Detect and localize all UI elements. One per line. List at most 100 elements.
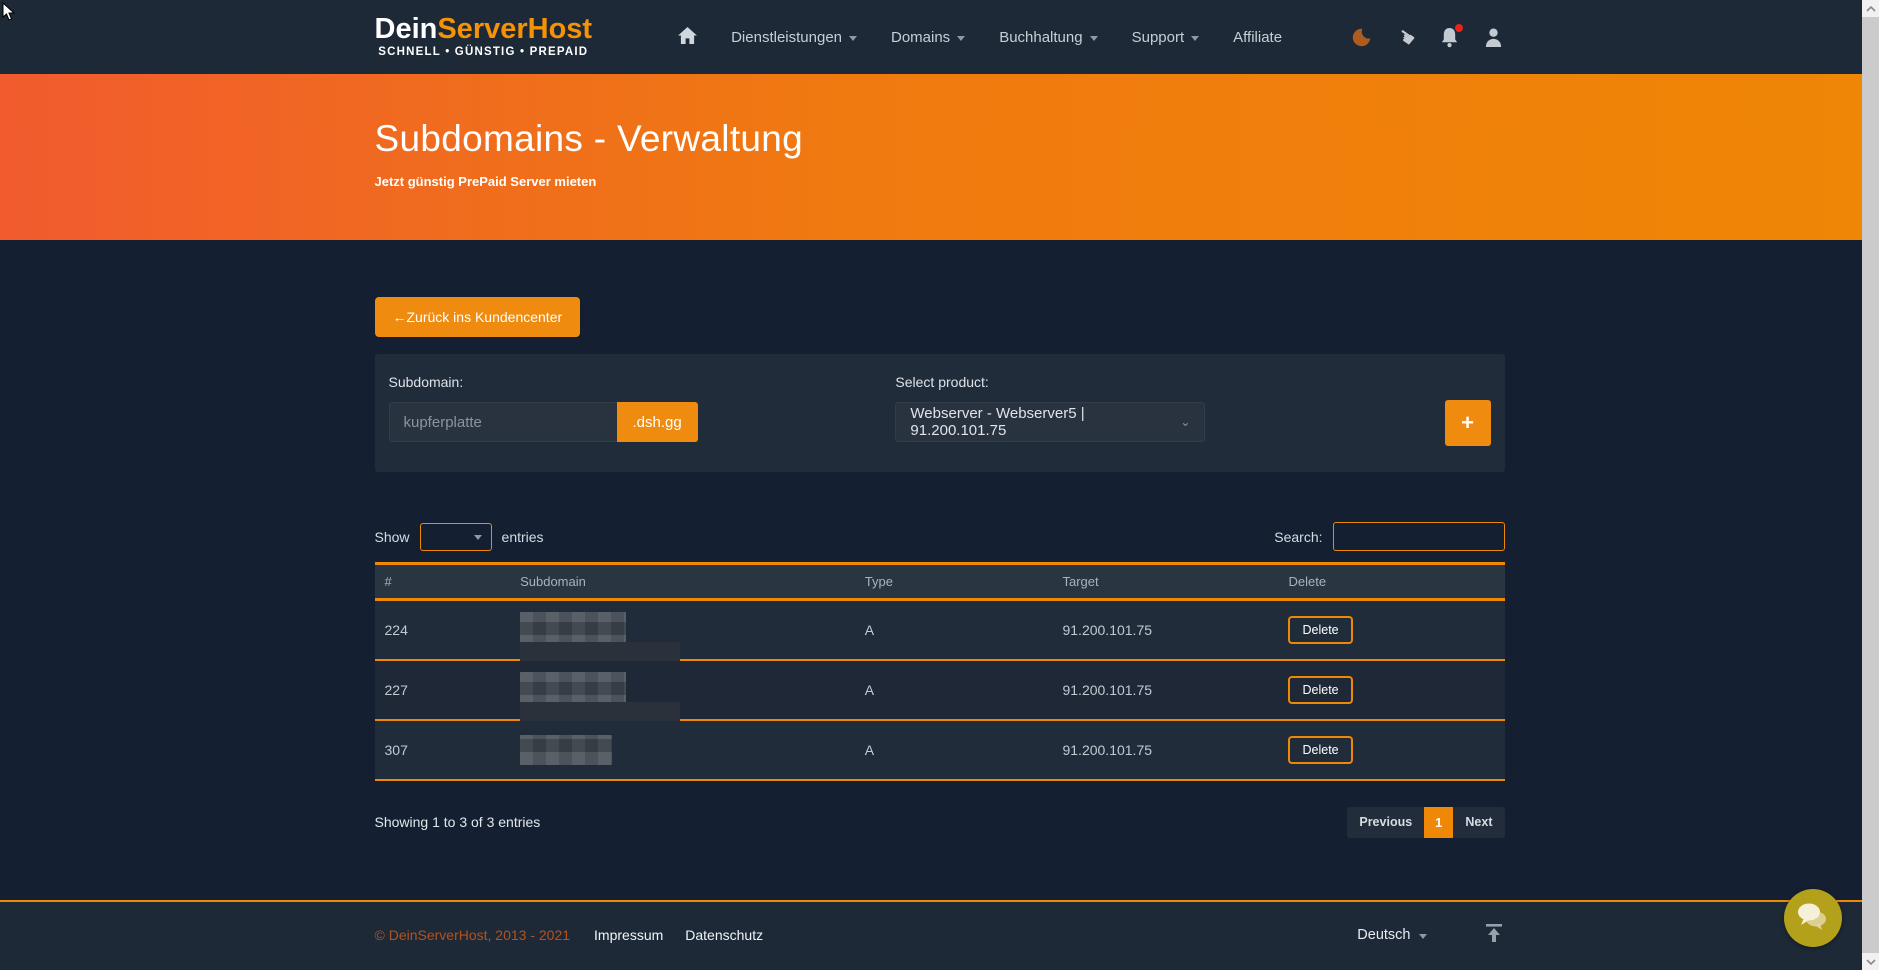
mouse-cursor [2, 2, 16, 27]
scroll-to-top-icon[interactable] [1483, 922, 1505, 949]
table-row: 227 A 91.200.101.75 Delete [375, 660, 1505, 720]
nav-label: Domains [891, 29, 950, 46]
show-entries-control: Show entries [375, 523, 544, 551]
nav-domains[interactable]: Domains [891, 29, 965, 46]
chevron-down-icon [1191, 36, 1199, 41]
cell-target: 91.200.101.75 [1052, 600, 1278, 660]
search-input[interactable] [1333, 522, 1505, 551]
language-label: Deutsch [1357, 927, 1410, 943]
col-header-id[interactable]: # [375, 564, 511, 600]
cell-target: 91.200.101.75 [1052, 660, 1278, 720]
product-select[interactable]: Webserver - Webserver5 | 91.200.101.75 ⌄ [895, 402, 1205, 442]
nav-home[interactable] [678, 27, 697, 48]
nav-support[interactable]: Support [1132, 29, 1200, 46]
cell-subdomain-redacted [510, 600, 855, 660]
col-header-subdomain[interactable]: Subdomain [510, 564, 855, 600]
notifications-bell-icon[interactable] [1439, 26, 1461, 48]
search-label: Search: [1274, 529, 1322, 545]
pagination: Previous 1 Next [1347, 807, 1504, 838]
table-controls: Show entries Search: [375, 522, 1505, 551]
page-title: Subdomains - Verwaltung [375, 118, 1505, 160]
chevron-down-icon [474, 535, 482, 540]
col-header-delete[interactable]: Delete [1278, 564, 1504, 600]
vertical-scrollbar[interactable] [1862, 0, 1879, 970]
page-subtitle: Jetzt günstig PrePaid Server mieten [375, 174, 1505, 189]
cell-id: 224 [375, 600, 511, 660]
col-header-type[interactable]: Type [855, 564, 1053, 600]
datenschutz-link[interactable]: Datenschutz [685, 927, 763, 943]
nav-affiliate[interactable]: Affiliate [1233, 29, 1282, 46]
notification-dot [1455, 24, 1463, 32]
domain-suffix-button[interactable]: .dsh.gg [617, 402, 698, 442]
brand-tagline: SCHNELL • GÜNSTIG • PREPAID [375, 47, 593, 59]
hand-pointer-icon[interactable]: ☚ [1395, 26, 1417, 48]
language-select[interactable]: Deutsch [1357, 927, 1426, 943]
nav-dienstleistungen[interactable]: Dienstleistungen [731, 29, 857, 46]
nav-buchhaltung[interactable]: Buchhaltung [999, 29, 1097, 46]
product-label: Select product: [895, 374, 1336, 390]
subdomain-input[interactable] [389, 402, 617, 442]
subdomains-table: # Subdomain Type Target Delete 224 [375, 562, 1505, 781]
delete-button[interactable]: Delete [1288, 736, 1352, 764]
home-icon [678, 27, 697, 48]
table-row: 224 A 91.200.101.75 Delete [375, 600, 1505, 660]
navbar-icon-group: ☚ [1351, 26, 1505, 48]
brand-part-serverhost: ServerHost [437, 13, 592, 45]
cell-type: A [855, 720, 1053, 780]
cell-type: A [855, 600, 1053, 660]
scrollbar-up-arrow[interactable] [1862, 0, 1879, 17]
live-chat-button[interactable] [1784, 889, 1842, 947]
redacted-blur-extension [520, 642, 680, 661]
back-to-customer-center-button[interactable]: ←Zurück ins Kundencenter [375, 297, 581, 337]
subdomain-label: Subdomain: [389, 374, 896, 390]
redacted-blur [520, 735, 612, 765]
chevron-down-icon [1419, 934, 1427, 939]
entries-summary: Showing 1 to 3 of 3 entries [375, 814, 541, 830]
entries-per-page-select[interactable] [420, 523, 492, 551]
brand-logo[interactable]: DeinServerHost SCHNELL • GÜNSTIG • PREPA… [375, 15, 593, 59]
subdomain-field-group: Subdomain: .dsh.gg [389, 374, 896, 442]
nav-label: Affiliate [1233, 29, 1282, 46]
main-menu: Dienstleistungen Domains Buchhaltung Sup… [678, 27, 1282, 48]
product-selected-value: Webserver - Webserver5 | 91.200.101.75 [910, 405, 1180, 439]
chevron-down-icon [957, 36, 965, 41]
cell-target: 91.200.101.75 [1052, 720, 1278, 780]
page-footer: © DeinServerHost, 2013 - 2021 Impressum … [0, 900, 1879, 970]
cell-id: 307 [375, 720, 511, 780]
brand-part-dein: Dein [375, 13, 438, 45]
brand-wordmark: DeinServerHost [375, 15, 593, 44]
dark-mode-moon-icon[interactable] [1351, 26, 1373, 48]
add-subdomain-button[interactable]: + [1445, 400, 1491, 446]
delete-button[interactable]: Delete [1288, 616, 1352, 644]
cell-subdomain-redacted [510, 660, 855, 720]
footer-links: Impressum Datenschutz [594, 927, 763, 943]
show-label: Show [375, 529, 410, 545]
table-footer: Showing 1 to 3 of 3 entries Previous 1 N… [375, 807, 1505, 838]
chevron-down-icon: ⌄ [1180, 415, 1190, 429]
impressum-link[interactable]: Impressum [594, 927, 663, 943]
nav-label: Dienstleistungen [731, 29, 842, 46]
pagination-previous[interactable]: Previous [1347, 807, 1424, 837]
delete-button[interactable]: Delete [1288, 676, 1352, 704]
chat-bubbles-icon [1796, 901, 1830, 936]
create-subdomain-panel: Subdomain: .dsh.gg Select product: Webse… [375, 354, 1505, 472]
cell-type: A [855, 660, 1053, 720]
table-header-row: # Subdomain Type Target Delete [375, 564, 1505, 600]
pagination-next[interactable]: Next [1453, 807, 1504, 837]
account-person-icon[interactable] [1483, 26, 1505, 48]
redacted-blur-extension [520, 702, 680, 721]
pagination-page-1[interactable]: 1 [1424, 807, 1453, 838]
page-hero-banner: Subdomains - Verwaltung Jetzt günstig Pr… [0, 74, 1879, 240]
top-navbar: DeinServerHost SCHNELL • GÜNSTIG • PREPA… [0, 0, 1879, 74]
main-content: ←Zurück ins Kundencenter Subdomain: .dsh… [0, 240, 1879, 838]
entries-label: entries [502, 529, 544, 545]
cell-id: 227 [375, 660, 511, 720]
nav-label: Buchhaltung [999, 29, 1082, 46]
search-control: Search: [1274, 522, 1504, 551]
scrollbar-down-arrow[interactable] [1862, 953, 1879, 970]
chevron-down-icon [849, 36, 857, 41]
col-header-target[interactable]: Target [1052, 564, 1278, 600]
subdomain-table-section: Show entries Search: # Subdomain [375, 522, 1505, 838]
subdomain-input-group: .dsh.gg [389, 402, 689, 442]
product-field-group: Select product: Webserver - Webserver5 |… [895, 374, 1336, 442]
